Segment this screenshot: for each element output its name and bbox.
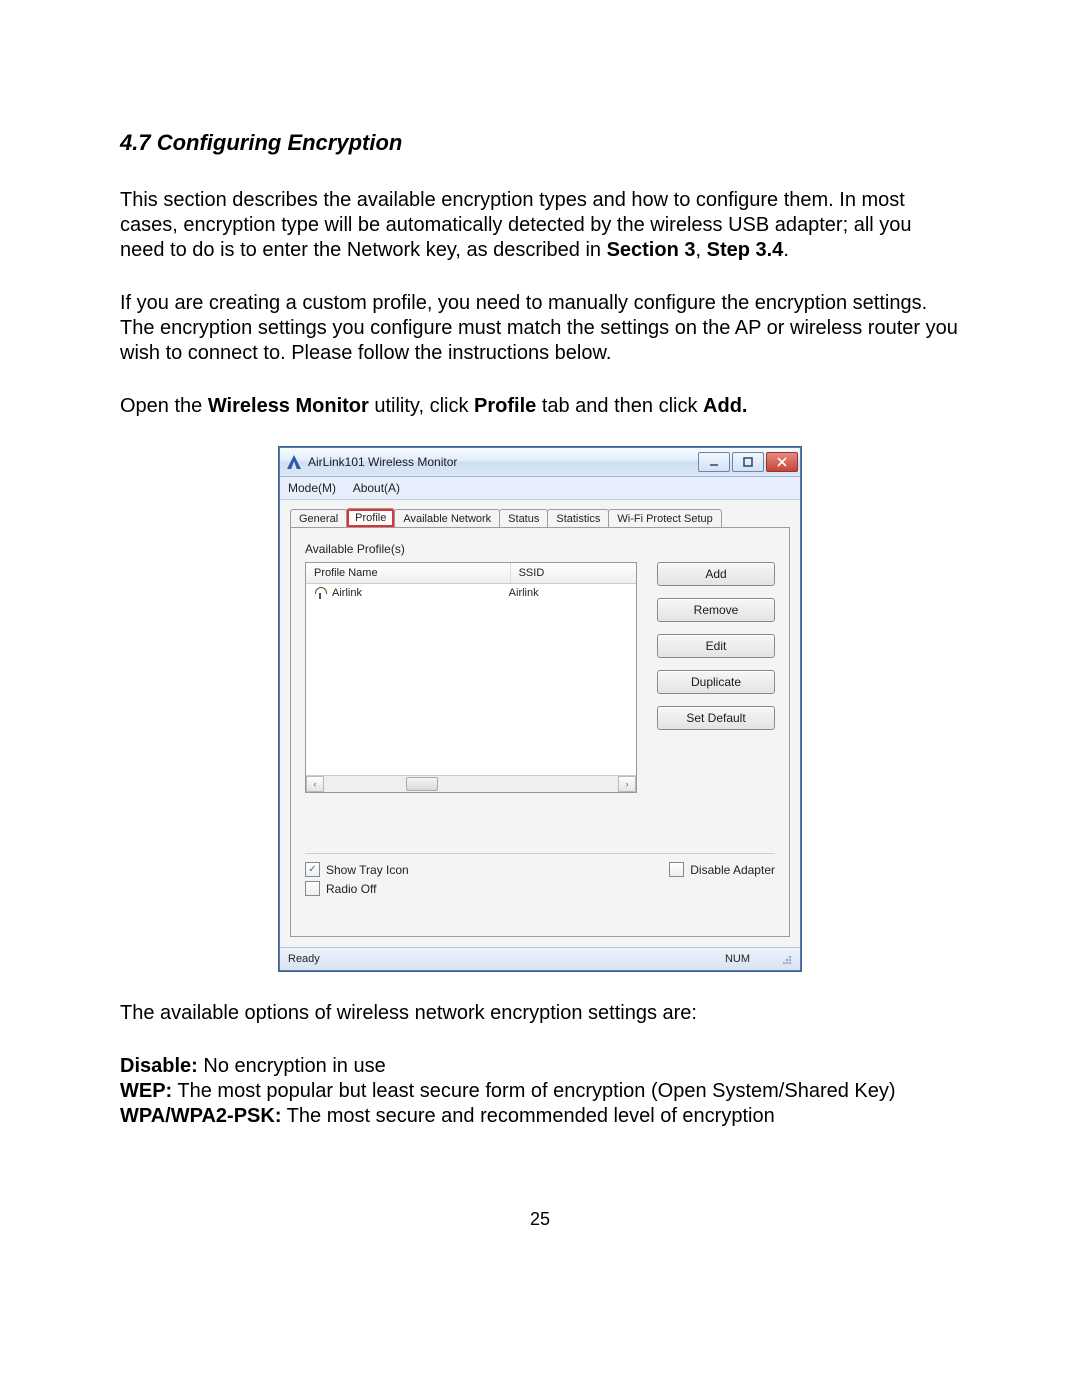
status-num: NUM [725, 953, 750, 965]
scroll-thumb[interactable] [406, 777, 438, 791]
statusbar: Ready NUM [280, 947, 800, 970]
menu-about[interactable]: About(A) [353, 481, 400, 495]
tab-available-network[interactable]: Available Network [394, 509, 500, 528]
left-checks: ✓ Show Tray Icon Radio Off [305, 862, 409, 900]
minimize-icon [709, 457, 719, 467]
resize-grip-icon[interactable] [780, 953, 792, 965]
close-button[interactable] [766, 452, 798, 472]
edit-button[interactable]: Edit [657, 634, 775, 658]
text-bold: WEP: [120, 1080, 172, 1102]
tab-strip: General Profile Available Network Status… [290, 508, 790, 527]
menubar: Mode(M) About(A) [280, 477, 800, 500]
bottom-options: ✓ Show Tray Icon Radio Off Disable Adapt… [305, 853, 775, 900]
text-bold: Add. [703, 395, 747, 417]
document-page: 4.7 Configuring Encryption This section … [0, 0, 1080, 1290]
text-bold: Profile [474, 395, 536, 417]
option-wpa: WPA/WPA2-PSK: The most secure and recomm… [120, 1104, 960, 1129]
scroll-left-icon[interactable]: ‹ [306, 776, 324, 792]
signal-icon [314, 587, 326, 599]
scroll-right-icon[interactable]: › [618, 776, 636, 792]
section-heading: 4.7 Configuring Encryption [120, 130, 960, 156]
tab-profile[interactable]: Profile [346, 508, 395, 527]
horizontal-scrollbar[interactable]: ‹ › [306, 775, 636, 792]
paragraph-1: This section describes the available enc… [120, 188, 960, 263]
client-area: General Profile Available Network Status… [280, 500, 800, 947]
add-button[interactable]: Add [657, 562, 775, 586]
titlebar[interactable]: AirLink101 Wireless Monitor [280, 448, 800, 477]
cell-ssid: Airlink [509, 587, 628, 599]
paragraph-2: If you are creating a custom profile, yo… [120, 291, 960, 366]
options-list: Disable: No encryption in use WEP: The m… [120, 1054, 960, 1129]
text-bold: WPA/WPA2-PSK: [120, 1105, 281, 1127]
text-bold: Wireless Monitor [208, 395, 369, 417]
profile-area: Profile Name SSID Airlink Airlink [305, 562, 775, 793]
app-window: AirLink101 Wireless Monitor Mode(M) Abou… [279, 447, 801, 971]
status-right: NUM [725, 953, 792, 965]
text: Open the [120, 395, 208, 417]
text-bold: Section 3 [607, 239, 696, 261]
list-body: Airlink Airlink [306, 584, 636, 775]
tab-wps[interactable]: Wi-Fi Protect Setup [608, 509, 721, 528]
remove-button[interactable]: Remove [657, 598, 775, 622]
app-icon [286, 454, 302, 470]
page-number: 25 [120, 1209, 960, 1230]
text: tab and then click [536, 395, 703, 417]
tab-general[interactable]: General [290, 509, 347, 528]
list-item[interactable]: Airlink Airlink [306, 584, 636, 602]
check-label: Show Tray Icon [326, 863, 409, 877]
checkbox-icon[interactable] [305, 881, 320, 896]
tab-pane: Available Profile(s) Profile Name SSID A… [290, 527, 790, 937]
minimize-button[interactable] [698, 452, 730, 472]
paragraph-3: Open the Wireless Monitor utility, click… [120, 394, 960, 419]
status-ready: Ready [288, 953, 320, 965]
checkbox-icon[interactable] [669, 862, 684, 877]
checkbox-icon[interactable]: ✓ [305, 862, 320, 877]
side-buttons: Add Remove Edit Duplicate Set Default [657, 562, 775, 793]
paragraph-4: The available options of wireless networ… [120, 1001, 960, 1026]
text: This section describes the available enc… [120, 189, 912, 261]
check-radio-off[interactable]: Radio Off [305, 881, 409, 896]
duplicate-button[interactable]: Duplicate [657, 670, 775, 694]
text: , [695, 239, 706, 261]
scroll-track[interactable] [324, 776, 618, 792]
cell-profile-name: Airlink [332, 587, 362, 599]
tab-status[interactable]: Status [499, 509, 548, 528]
text: No encryption in use [198, 1055, 386, 1077]
right-checks: Disable Adapter [669, 862, 775, 900]
option-wep: WEP: The most popular but least secure f… [120, 1079, 960, 1104]
text-bold: Disable: [120, 1055, 198, 1077]
maximize-icon [743, 457, 753, 467]
text: utility, click [369, 395, 474, 417]
tab-statistics[interactable]: Statistics [547, 509, 609, 528]
list-header: Profile Name SSID [306, 562, 636, 584]
maximize-button[interactable] [732, 452, 764, 472]
section-label: Available Profile(s) [305, 542, 775, 556]
col-profile-name[interactable]: Profile Name [306, 563, 511, 583]
check-label: Disable Adapter [690, 863, 775, 877]
window-buttons [696, 452, 798, 472]
col-ssid[interactable]: SSID [511, 563, 636, 583]
text-bold: Step 3.4 [707, 239, 784, 261]
check-show-tray[interactable]: ✓ Show Tray Icon [305, 862, 409, 877]
text: The most popular but least secure form o… [172, 1080, 895, 1102]
close-icon [777, 457, 787, 467]
menu-mode[interactable]: Mode(M) [288, 481, 336, 495]
text: . [783, 239, 789, 261]
check-disable-adapter[interactable]: Disable Adapter [669, 862, 775, 877]
check-label: Radio Off [326, 882, 376, 896]
set-default-button[interactable]: Set Default [657, 706, 775, 730]
option-disable: Disable: No encryption in use [120, 1054, 960, 1079]
profile-list[interactable]: Profile Name SSID Airlink Airlink [305, 562, 637, 793]
window-title: AirLink101 Wireless Monitor [308, 455, 696, 469]
text: The most secure and recommended level of… [281, 1105, 774, 1127]
